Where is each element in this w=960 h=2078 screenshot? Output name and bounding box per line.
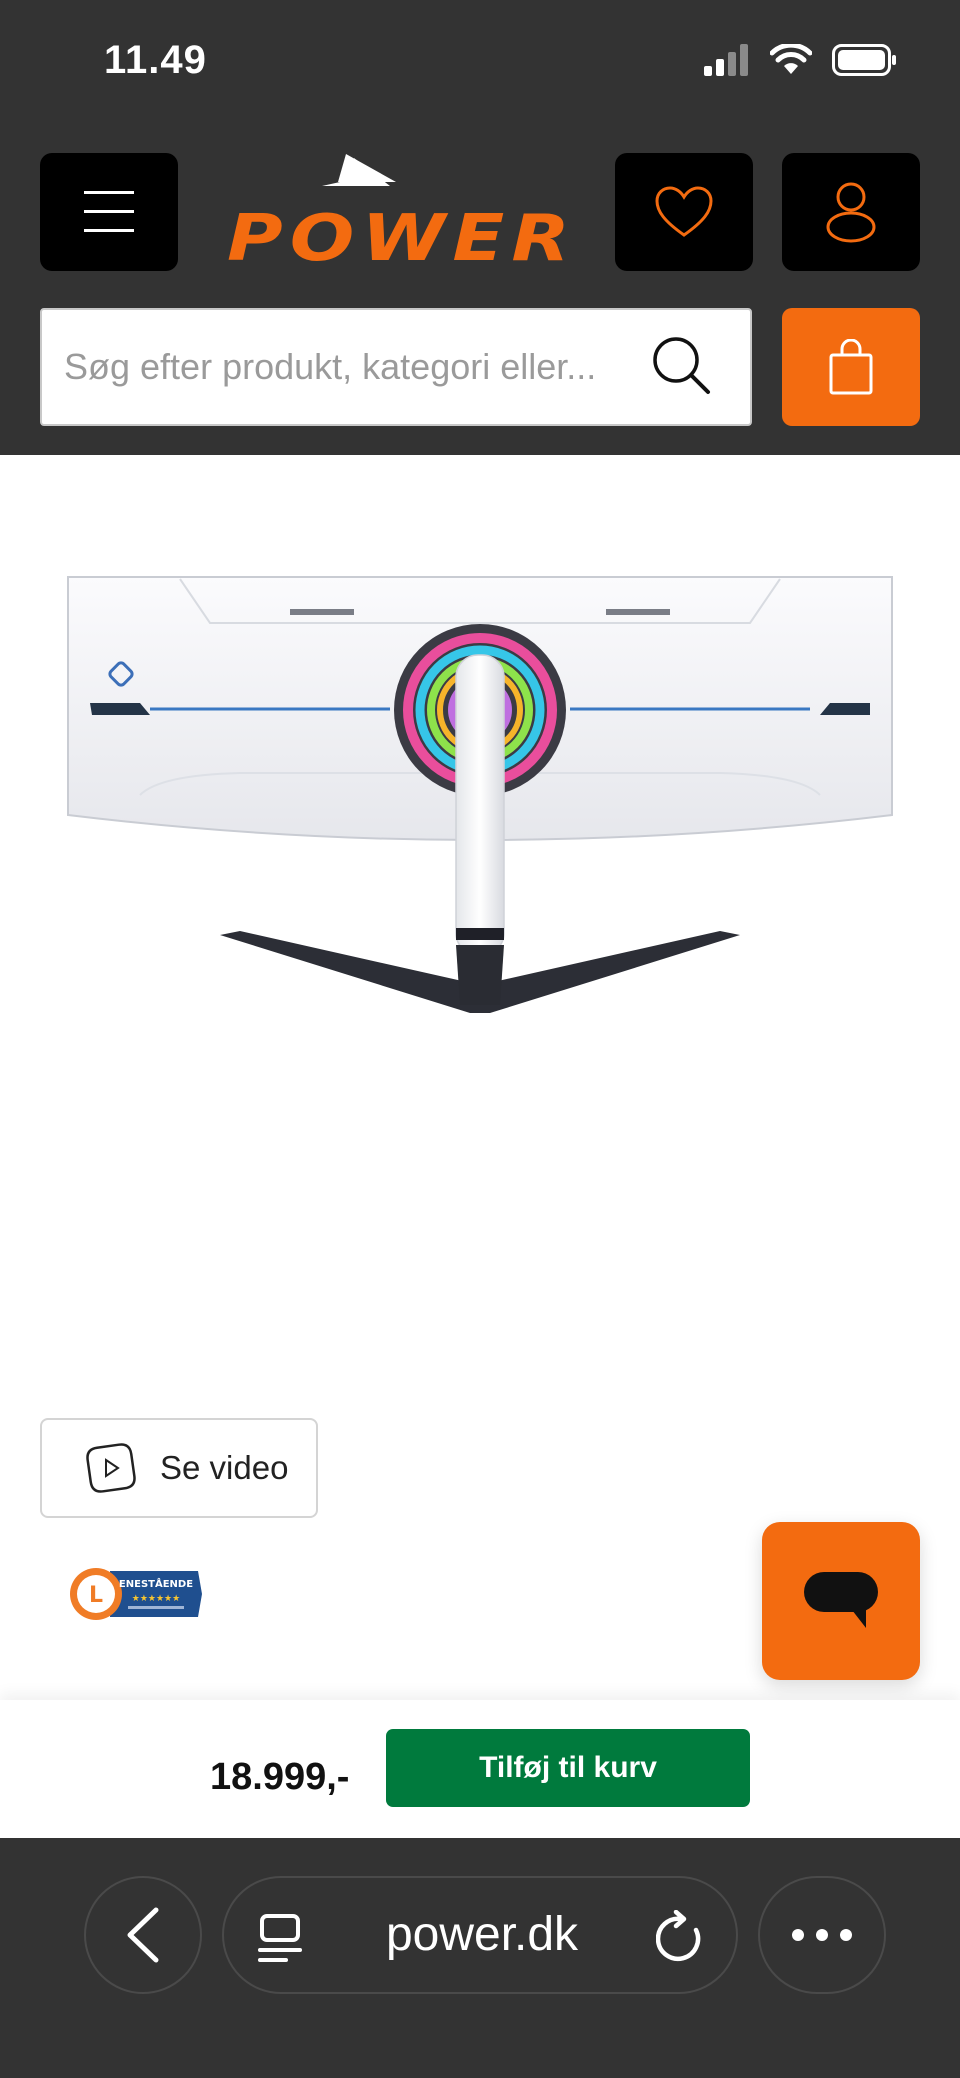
hamburger-icon	[84, 191, 134, 232]
browser-toolbar: power.dk	[0, 1838, 960, 2078]
add-to-cart-button[interactable]: Tilføj til kurv	[386, 1729, 750, 1807]
wifi-icon	[770, 44, 812, 74]
heart-icon	[655, 186, 713, 237]
account-button[interactable]	[782, 153, 920, 271]
reload-icon[interactable]	[656, 1910, 706, 1964]
shopping-bag-icon	[829, 339, 873, 395]
browser-more-button[interactable]	[758, 1876, 886, 1994]
product-image[interactable]	[60, 565, 900, 1025]
more-icon	[792, 1929, 852, 1941]
status-bar: 11.49	[0, 0, 960, 130]
cart-button[interactable]	[782, 308, 920, 426]
search-icon[interactable]	[650, 334, 712, 396]
play-icon	[86, 1443, 136, 1493]
user-icon	[826, 182, 876, 243]
badge-stars: ★★★★★★	[132, 1594, 180, 1604]
chat-button[interactable]	[762, 1522, 920, 1680]
site-header: POWER	[0, 130, 960, 455]
favorites-button[interactable]	[615, 153, 753, 271]
browser-back-button[interactable]	[84, 1876, 202, 1994]
search-box	[40, 308, 752, 426]
buy-bar: 18.999,- Tilføj til kurv	[0, 1700, 960, 1838]
see-video-label: Se video	[160, 1449, 289, 1486]
search-input[interactable]	[64, 310, 654, 424]
signal-icon	[704, 44, 748, 76]
chevron-left-icon	[127, 1907, 159, 1963]
battery-icon	[832, 44, 896, 76]
product-price: 18.999,-	[210, 1756, 350, 1798]
svg-text:L: L	[89, 1583, 103, 1608]
browser-address-bar[interactable]: power.dk	[222, 1876, 738, 1994]
power-logo[interactable]: POWER	[218, 152, 586, 272]
logo-text: POWER	[227, 202, 577, 272]
badge-title: ENESTÅENDE	[119, 1577, 193, 1590]
status-icons	[704, 44, 898, 76]
award-badge: L ENESTÅENDE ★★★★★★	[70, 1568, 202, 1620]
see-video-button[interactable]: Se video	[40, 1418, 318, 1518]
menu-button[interactable]	[40, 153, 178, 271]
chat-bubble-icon	[804, 1572, 878, 1628]
status-time: 11.49	[104, 38, 207, 82]
